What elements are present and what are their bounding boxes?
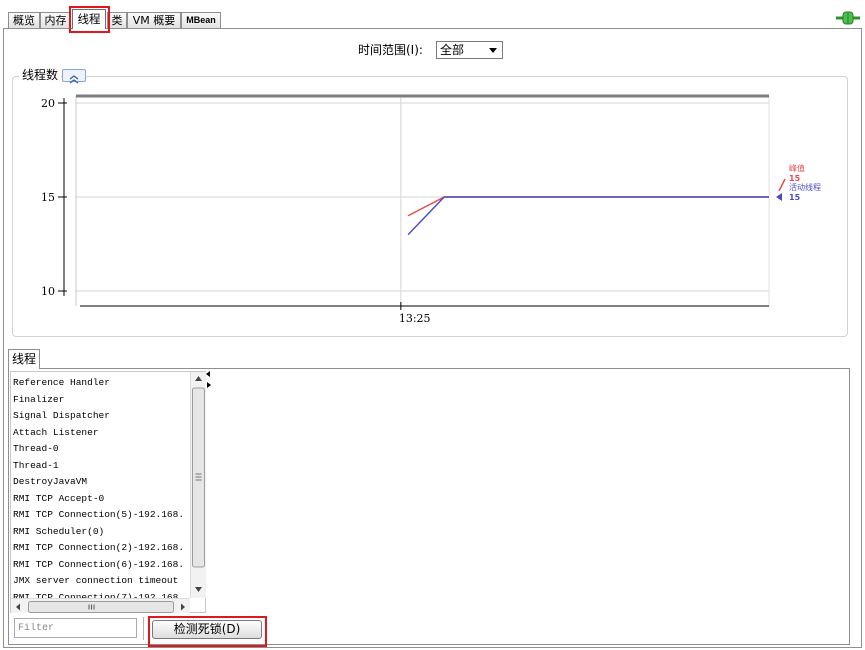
filter-input[interactable] <box>14 618 137 638</box>
thread-count-chart: 20 15 10 13:25 峰值 15 活动线程 15 <box>41 94 821 325</box>
thread-list-box: Reference Handler Finalizer Signal Dispatc… <box>10 371 206 613</box>
detect-deadlock-button[interactable]: 检测死锁(D) <box>152 620 262 639</box>
expand-right-icon[interactable] <box>207 382 211 388</box>
x-tick-label: 13:25 <box>399 312 431 325</box>
scroll-up-arrow-icon[interactable] <box>195 376 202 381</box>
thread-list-item[interactable]: Reference Handler <box>11 375 190 392</box>
legend-live-name: 活动线程 <box>789 182 821 192</box>
thread-list-item[interactable]: Attach Listener <box>11 425 190 442</box>
time-range-select[interactable]: 全部 <box>436 41 503 59</box>
scroll-left-arrow-icon[interactable] <box>16 603 20 611</box>
scroll-down-arrow-icon[interactable] <box>195 587 202 592</box>
horizontal-scrollbar[interactable] <box>11 598 190 613</box>
collapse-left-icon[interactable] <box>206 371 210 377</box>
y-tick-label: 15 <box>41 191 55 204</box>
thread-list-item[interactable]: JMX server connection timeout <box>11 573 190 590</box>
thread-list-item[interactable]: RMI TCP Connection(5)-192.168. <box>11 507 190 524</box>
plot-area <box>76 96 769 306</box>
thread-list-item[interactable]: RMI TCP Connection(2)-192.168. <box>11 540 190 557</box>
y-tick-label: 20 <box>41 97 55 110</box>
collapse-button[interactable] <box>62 69 86 84</box>
thread-list-item[interactable]: Thread-1 <box>11 458 190 475</box>
scroll-right-arrow-icon[interactable] <box>181 603 185 611</box>
time-range-label: 时间范围(I): <box>358 43 423 57</box>
time-range-value: 全部 <box>440 43 465 57</box>
live-marker <box>776 193 782 201</box>
vertical-scrollbar[interactable] <box>190 372 206 598</box>
split-pane-divider[interactable] <box>206 371 211 613</box>
thread-list-item[interactable]: Signal Dispatcher <box>11 408 190 425</box>
thread-count-title: 线程数 <box>19 68 62 82</box>
legend-peak-name: 峰值 <box>789 163 805 173</box>
thread-list-item[interactable]: Thread-0 <box>11 441 190 458</box>
double-chevron-up-icon <box>69 75 79 84</box>
thread-list[interactable]: Reference Handler Finalizer Signal Dispatc… <box>11 372 190 598</box>
legend-peak-value: 15 <box>789 174 801 183</box>
toolbar-separator <box>143 617 144 640</box>
detail-tab-threads[interactable]: 线程 <box>8 349 40 369</box>
y-tick-label: 10 <box>41 285 55 298</box>
horizontal-scroll-thumb[interactable] <box>28 601 174 613</box>
connected-plug-icon <box>836 11 860 25</box>
thread-list-item[interactable]: RMI TCP Connection(6)-192.168. <box>11 557 190 574</box>
thread-list-item[interactable]: DestroyJavaVM <box>11 474 190 491</box>
thread-list-item[interactable]: RMI TCP Accept-0 <box>11 491 190 508</box>
chevron-down-icon <box>489 48 497 53</box>
thread-list-item[interactable]: RMI TCP Connection(7)-192.168 <box>11 590 190 599</box>
legend-live-value: 15 <box>789 193 801 202</box>
thread-list-item[interactable]: RMI Scheduler(0) <box>11 524 190 541</box>
thread-list-item[interactable]: Finalizer <box>11 392 190 409</box>
peak-marker <box>778 178 786 192</box>
